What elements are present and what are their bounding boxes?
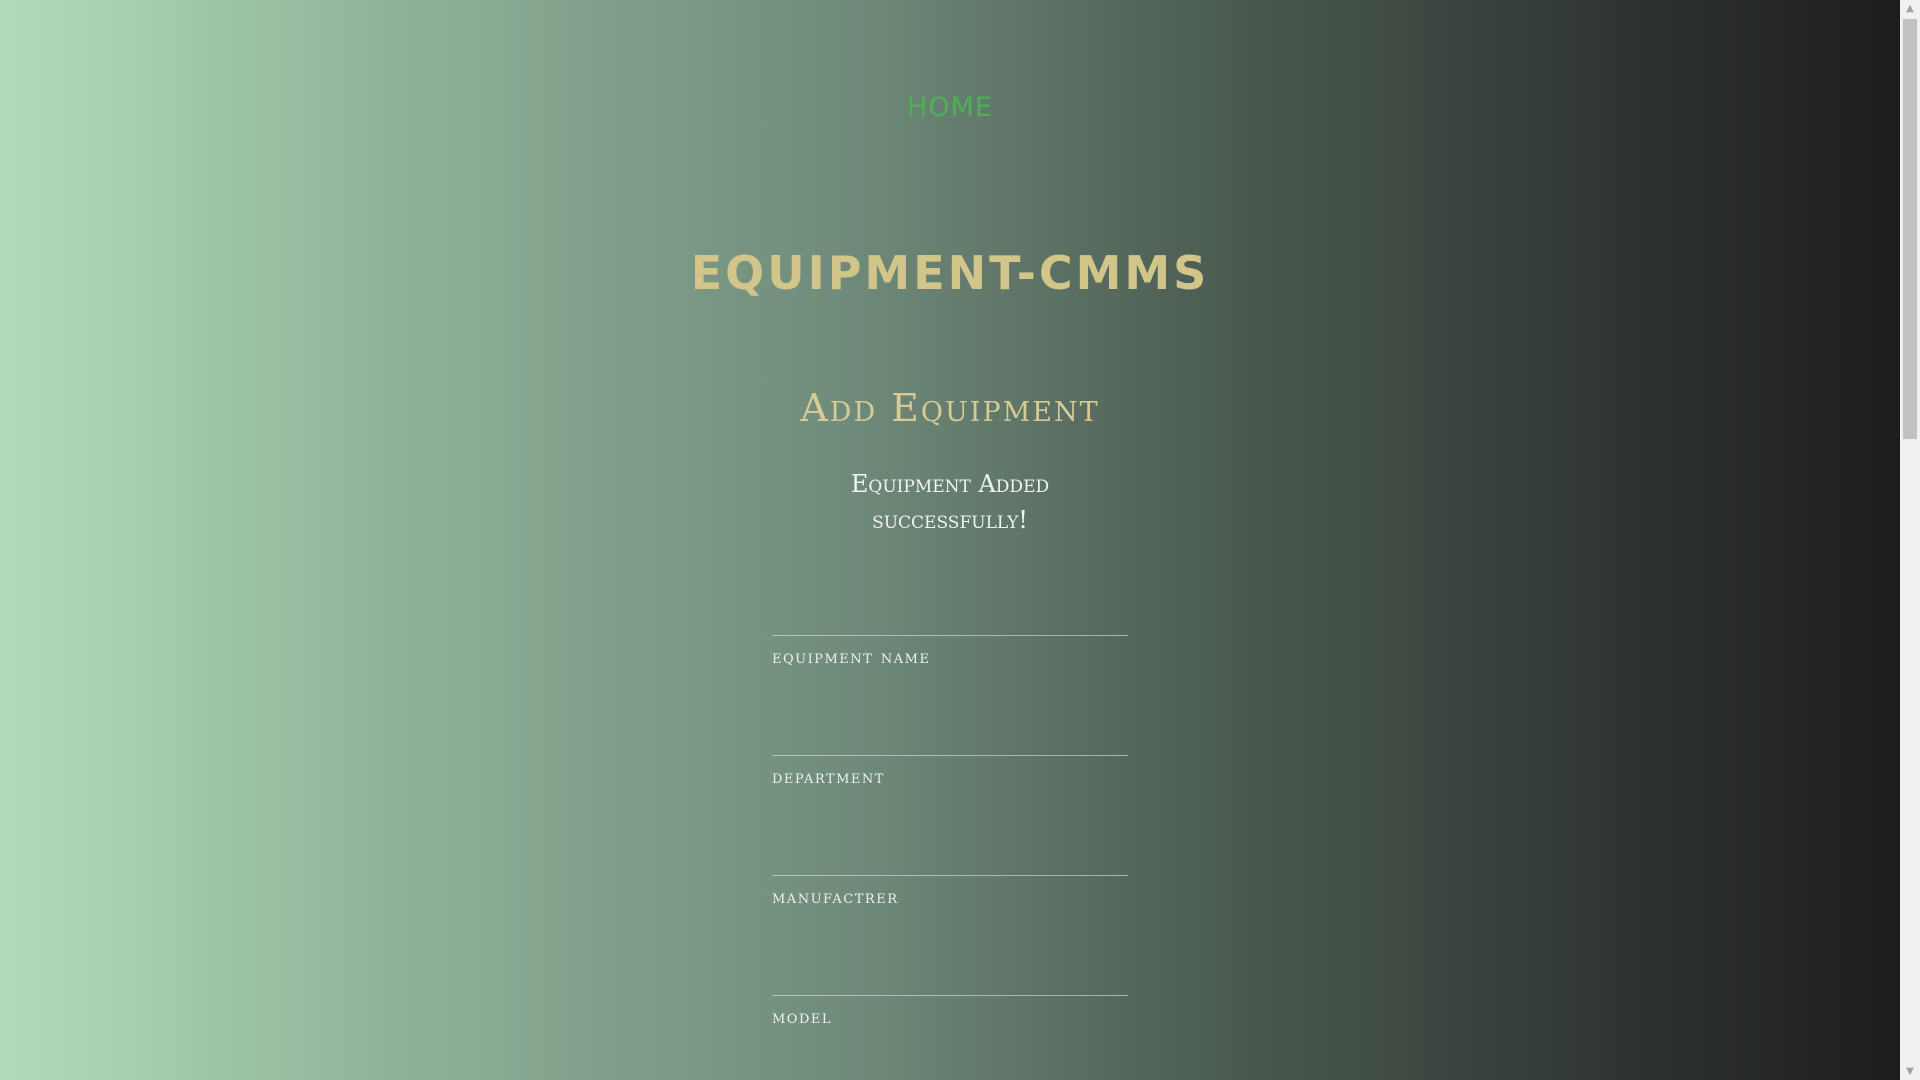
department-field: department: [772, 703, 1128, 790]
model-field: model: [772, 943, 1128, 1030]
nav-home-link[interactable]: HOME: [0, 88, 1900, 128]
site-title: EQUIPMENT-CMMS: [690, 246, 1210, 300]
manufacturer-field: manufactrer: [772, 823, 1128, 910]
equipment-name-label: equipment name: [772, 646, 931, 668]
scrollbar-thumb[interactable]: [1903, 19, 1917, 439]
equipment-name-field: equipment name: [772, 583, 1128, 670]
manufacturer-input[interactable]: [772, 823, 1128, 876]
success-message: Equipment Added successfully!: [850, 470, 1050, 534]
model-label: model: [772, 1006, 833, 1028]
department-label: department: [772, 766, 885, 788]
equipment-name-input[interactable]: [772, 583, 1128, 636]
page-heading: Add Equipment: [800, 386, 1100, 430]
manufacturer-label: manufactrer: [772, 886, 899, 908]
scroll-up-arrow-icon[interactable]: ▲: [1900, 0, 1920, 17]
model-input[interactable]: [772, 943, 1128, 996]
page-background: HOME EQUIPMENT-CMMS Add Equipment Equipm…: [0, 0, 1900, 1080]
scroll-down-arrow-icon[interactable]: ▼: [1900, 1063, 1920, 1080]
vertical-scrollbar[interactable]: ▲ ▼: [1900, 0, 1920, 1080]
department-input[interactable]: [772, 703, 1128, 756]
